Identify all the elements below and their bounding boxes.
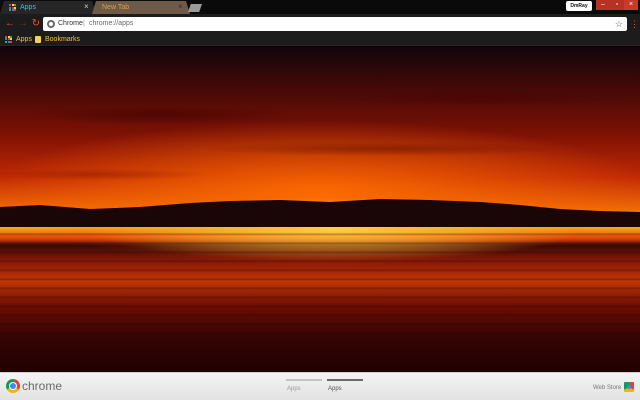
chrome-wordmark: chrome xyxy=(22,379,63,393)
apps-grid-dot xyxy=(14,9,16,11)
beach-shadow xyxy=(0,282,640,372)
headland-silhouette xyxy=(0,199,640,227)
new-tab-button[interactable] xyxy=(188,4,202,12)
back-arrow-icon[interactable]: ← xyxy=(4,17,16,31)
apps-grid-icon xyxy=(9,4,16,11)
page-indicator-label: Apps xyxy=(328,386,342,392)
bookmark-folder[interactable]: Bookmarks xyxy=(35,35,80,45)
address-separator: | xyxy=(83,20,85,27)
bookmark-folder-label: Bookmarks xyxy=(45,36,81,43)
tab-label: New Tab xyxy=(102,4,130,11)
bookmark-apps[interactable]: Apps xyxy=(5,35,32,45)
apps-grid-icon xyxy=(5,35,12,43)
app-launcher-footer: chrome Apps Apps Web Store xyxy=(0,372,640,400)
theme-wallpaper xyxy=(0,47,640,372)
bookmarks-bar: Apps Bookmarks xyxy=(0,34,640,46)
chrome-logo-icon xyxy=(6,379,20,393)
page-indicator-bar xyxy=(327,379,363,381)
cloud-layer xyxy=(0,47,640,217)
menu-icon[interactable]: ⋮ xyxy=(630,17,639,31)
tab-label: Apps xyxy=(20,4,36,11)
profile-button[interactable]: DmRay xyxy=(566,1,592,11)
star-icon[interactable]: ☆ xyxy=(615,18,623,30)
address-url[interactable]: chrome://apps xyxy=(89,19,133,29)
webstore-link[interactable]: Web Store xyxy=(593,383,621,393)
address-scheme-label: Chrome xyxy=(58,20,83,27)
chrome-page-icon xyxy=(47,20,55,28)
tab-close-icon[interactable]: × xyxy=(178,2,183,12)
tab-new-tab[interactable]: New Tab × xyxy=(92,1,190,14)
minimize-button[interactable]: – xyxy=(596,0,610,10)
toolbar: ← → ↻ Chrome | chrome://apps ☆ ⋮ xyxy=(0,14,640,34)
bookmark-apps-label: Apps xyxy=(16,36,32,43)
address-bar[interactable]: Chrome | chrome://apps ☆ xyxy=(43,17,627,31)
folder-icon xyxy=(35,35,41,43)
page-indicator-label: Apps xyxy=(287,386,301,392)
forward-arrow-icon[interactable]: → xyxy=(17,17,29,31)
reload-icon[interactable]: ↻ xyxy=(30,17,42,31)
apps-grid-dot xyxy=(10,40,12,43)
close-window-button[interactable]: × xyxy=(624,0,638,10)
tab-strip: Apps × New Tab × DmRay – ▫ × xyxy=(0,0,640,14)
page-indicator-apps[interactable]: Apps xyxy=(286,379,322,399)
tab-close-icon[interactable]: × xyxy=(84,2,89,12)
maximize-button[interactable]: ▫ xyxy=(610,0,624,10)
page-indicator-bar xyxy=(286,379,322,381)
tab-apps[interactable]: Apps × xyxy=(0,1,96,14)
webstore-icon[interactable] xyxy=(624,382,634,392)
page-indicator-apps-active[interactable]: Apps xyxy=(327,379,363,399)
